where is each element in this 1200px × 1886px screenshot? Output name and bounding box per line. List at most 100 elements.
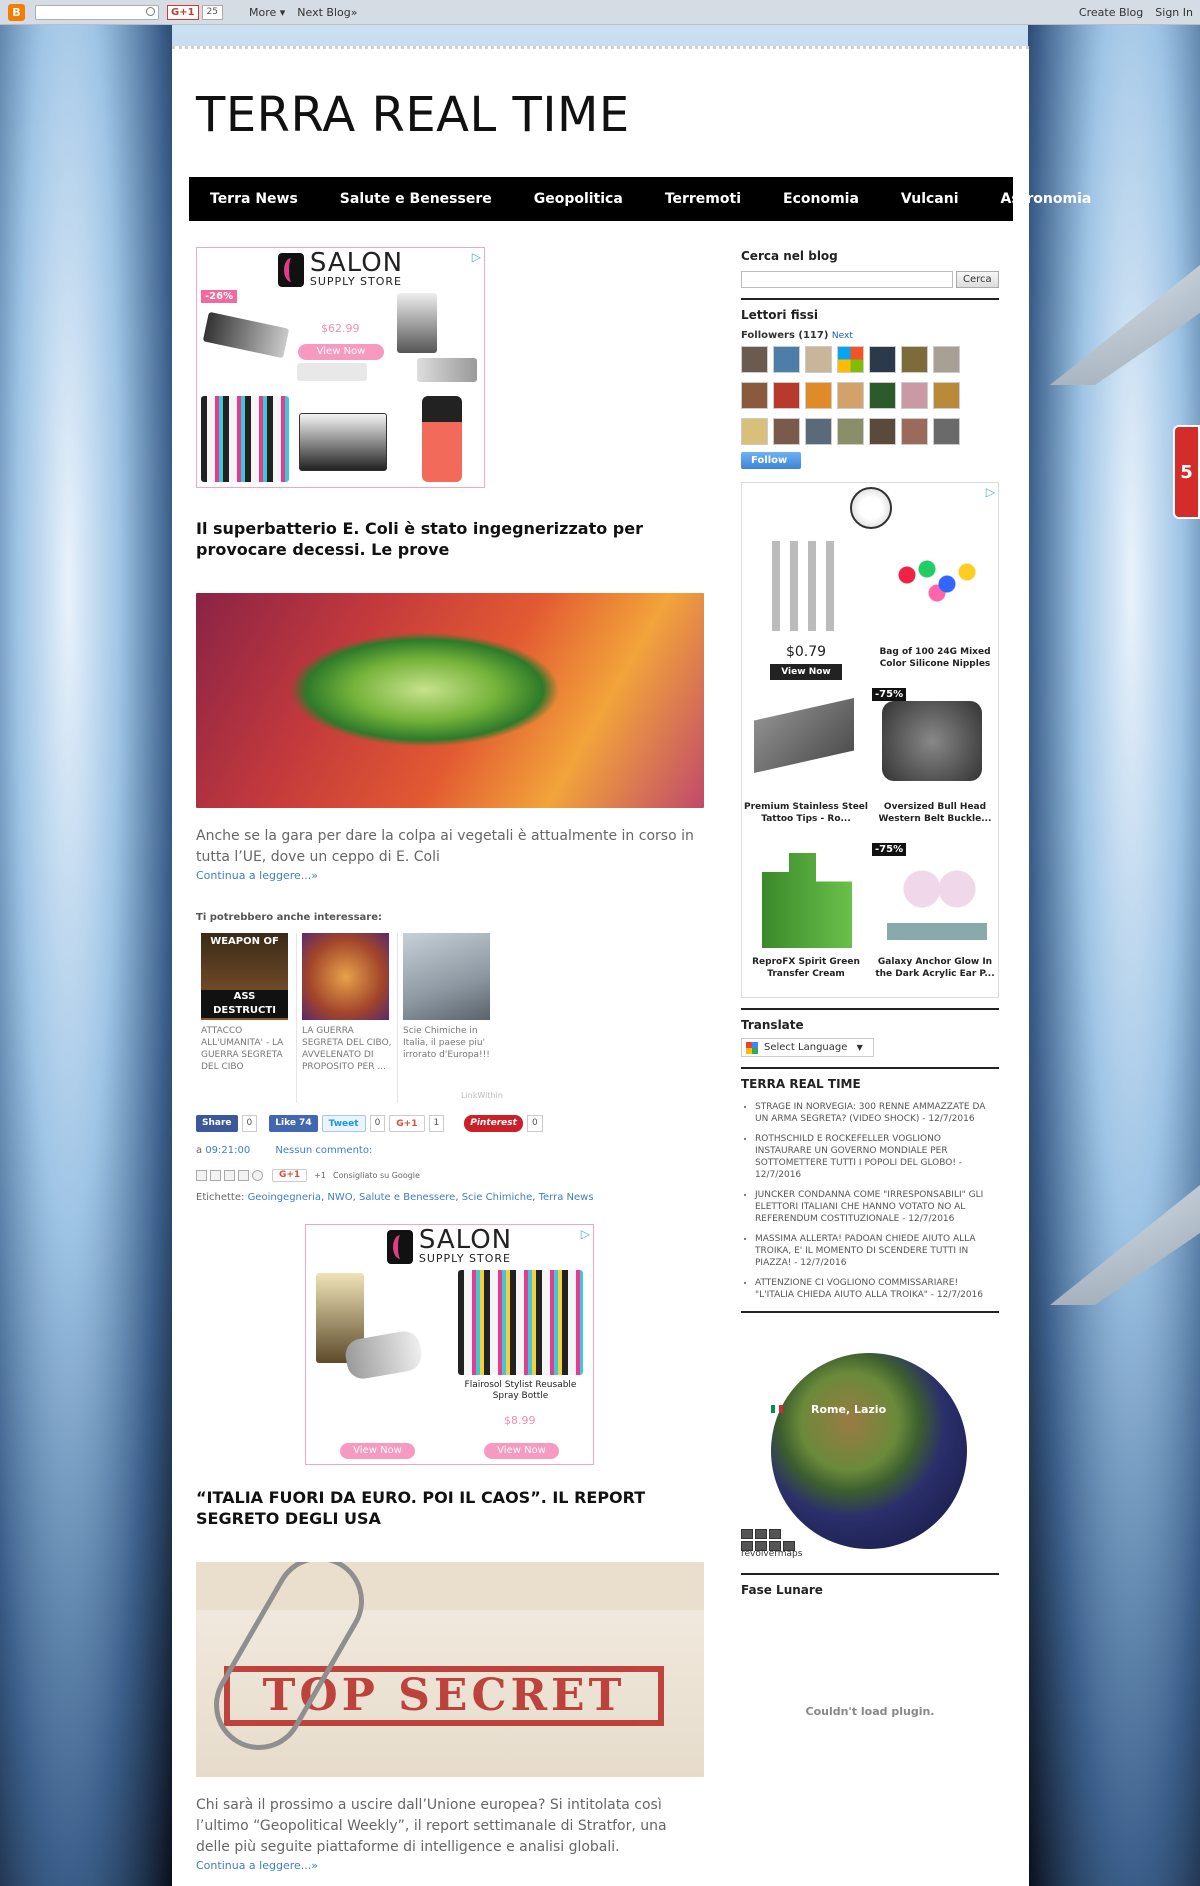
email-icon[interactable] <box>196 1170 207 1181</box>
related-thumb[interactable]: WEAPON OF ASS DESTRUCTI <box>201 933 288 1020</box>
label-link[interactable]: Geoingegneria <box>248 1192 322 1203</box>
avatar[interactable] <box>933 418 960 445</box>
navbar-more-menu[interactable]: More ▾ <box>249 6 285 19</box>
revolvermaps-globe[interactable]: Rome, Lazio <box>771 1353 967 1549</box>
adchoices-icon[interactable]: ▷ <box>581 1227 590 1241</box>
adchoices-icon[interactable]: ▷ <box>986 485 995 499</box>
sign-in-link[interactable]: Sign In <box>1155 6 1193 19</box>
revolvermaps-label[interactable]: revolvermaps <box>741 1549 999 1559</box>
avatar[interactable] <box>933 346 960 373</box>
avatar[interactable] <box>901 418 928 445</box>
follow-button[interactable]: Follow <box>741 452 801 469</box>
globe-control-button[interactable] <box>769 1529 781 1539</box>
post-image-bacteria[interactable] <box>196 593 704 808</box>
blogger-logo-icon[interactable]: B <box>8 3 25 21</box>
facebook-like-button[interactable]: Like 74 <box>269 1115 318 1132</box>
label-link[interactable]: Salute e Benessere <box>359 1192 455 1203</box>
related-thumb[interactable] <box>403 933 490 1020</box>
related-caption[interactable]: ATTACCO ALL'UMANITA' - LA GUERRA SEGRETA… <box>201 1025 291 1073</box>
label-link[interactable]: Scie Chimiche <box>462 1192 533 1203</box>
twitter-icon[interactable] <box>224 1170 235 1181</box>
comments-link[interactable]: Nessun commento: <box>275 1145 372 1156</box>
menu-item-terremoti[interactable]: Terremoti <box>644 191 762 207</box>
related-caption[interactable]: Scie Chimiche in Italia, il paese piu' i… <box>403 1025 494 1061</box>
navbar-gplus-button[interactable]: G+1 <box>167 4 199 20</box>
facebook-icon[interactable] <box>238 1170 249 1181</box>
avatar[interactable] <box>901 382 928 409</box>
avatar[interactable] <box>773 346 800 373</box>
navbar-next-blog-link[interactable]: Next Blog» <box>297 6 357 19</box>
linkwithin-label[interactable]: LinkWithin <box>461 1091 503 1100</box>
post-title[interactable]: “ITALIA FUORI DA EURO. POI IL CAOS”. IL … <box>196 1487 704 1529</box>
avatar[interactable] <box>805 346 832 373</box>
globe-control-button[interactable] <box>755 1529 767 1539</box>
related-posts: WEAPON OF ASS DESTRUCTI ATTACCO ALL'UMAN… <box>196 933 704 1103</box>
post-time-link[interactable]: 09:21:00 <box>205 1145 250 1156</box>
blogthis-icon[interactable] <box>210 1170 221 1181</box>
recent-post-item[interactable]: MASSIMA ALLERTA! PADOAN CHIEDE AIUTO ALL… <box>755 1233 999 1269</box>
avatar[interactable] <box>741 418 768 445</box>
ad-view-now-button[interactable]: View Now <box>770 664 842 680</box>
avatar[interactable] <box>773 382 800 409</box>
menu-item-salute[interactable]: Salute e Benessere <box>319 191 513 207</box>
facebook-share-button[interactable]: Share <box>196 1115 238 1132</box>
avatar[interactable] <box>837 418 864 445</box>
navbar-search-input[interactable] <box>35 4 159 20</box>
menu-item-geopolitica[interactable]: Geopolitica <box>513 191 644 207</box>
related-post-item[interactable]: LA GUERRA SEGRETA DEL CIBO, AVVELENATO D… <box>297 933 398 1103</box>
chevron-down-icon[interactable]: ▼ <box>857 1043 863 1052</box>
salon-ad-banner-2[interactable]: ▷ SALON SUPPLY STORE Flairosol Stylist R… <box>305 1224 594 1465</box>
avatar[interactable] <box>805 382 832 409</box>
salon-ad-banner[interactable]: ▷ SALON SUPPLY STORE -26% $62.99 View No… <box>196 247 485 488</box>
menu-item-terra-news[interactable]: Terra News <box>189 191 319 207</box>
followers-next-link[interactable]: Next <box>832 331 853 341</box>
avatar[interactable] <box>869 418 896 445</box>
search-button[interactable]: Cerca <box>956 271 999 288</box>
related-thumb[interactable] <box>302 933 389 1020</box>
recent-post-item[interactable]: ROTHSCHILD E ROCKEFELLER VOGLIONO INSTAU… <box>755 1133 999 1181</box>
ad-view-now-button[interactable]: View Now <box>484 1443 559 1459</box>
tattoo-supply-ad[interactable]: ▷ $0.79 View Now Bag of 100 24G Mixed Co… <box>741 482 999 998</box>
language-select[interactable]: Select Language ▼ <box>741 1038 874 1057</box>
menu-item-vulcani[interactable]: Vulcani <box>880 191 980 207</box>
avatar[interactable] <box>901 346 928 373</box>
recent-post-item[interactable]: ATTENZIONE CI VOGLIONO COMMISSARIARE! "L… <box>755 1277 999 1301</box>
globe-control-button[interactable] <box>741 1529 753 1539</box>
tweet-button[interactable]: Tweet <box>321 1115 366 1132</box>
blog-search-input[interactable] <box>741 271 953 288</box>
post-title[interactable]: Il superbatterio E. Coli è stato ingegne… <box>196 518 704 560</box>
related-post-item[interactable]: Scie Chimiche in Italia, il paese piu' i… <box>398 933 499 1103</box>
read-more-link[interactable]: Continua a leggere...» <box>196 869 704 882</box>
gplus-mini-button[interactable]: G+1 <box>272 1169 308 1182</box>
post-image-top-secret[interactable]: TOP SECRET <box>196 1562 704 1777</box>
avatar[interactable] <box>805 418 832 445</box>
pinterest-button[interactable]: Pinterest <box>464 1115 523 1132</box>
avatar[interactable] <box>869 346 896 373</box>
label-link[interactable]: Terra News <box>539 1192 594 1203</box>
avatar[interactable] <box>773 418 800 445</box>
label-link[interactable]: NWO <box>327 1192 352 1203</box>
read-more-link[interactable]: Continua a leggere...» <box>196 1859 704 1872</box>
avatar[interactable] <box>741 346 768 373</box>
avatar[interactable] <box>837 346 864 373</box>
blog-title[interactable]: TERRA REAL TIME <box>196 87 630 143</box>
related-post-item[interactable]: WEAPON OF ASS DESTRUCTI ATTACCO ALL'UMAN… <box>196 933 297 1103</box>
pinterest-icon[interactable] <box>252 1170 263 1181</box>
recent-posts-list: STRAGE IN NORVEGIA: 300 RENNE AMMAZZATE … <box>741 1101 999 1301</box>
floating-side-tab[interactable]: 5 <box>1173 425 1200 519</box>
avatar[interactable] <box>869 382 896 409</box>
gplus-button[interactable]: G+1 <box>389 1115 425 1132</box>
avatar[interactable] <box>741 382 768 409</box>
recent-post-item[interactable]: STRAGE IN NORVEGIA: 300 RENNE AMMAZZATE … <box>755 1101 999 1125</box>
create-blog-link[interactable]: Create Blog <box>1079 6 1143 19</box>
avatar[interactable] <box>837 382 864 409</box>
ad-view-now-button[interactable]: View Now <box>340 1443 415 1459</box>
ad-view-now-button[interactable]: View Now <box>298 344 384 360</box>
recent-post-item[interactable]: JUNCKER CONDANNA COME "IRRESPONSABILI" G… <box>755 1189 999 1225</box>
related-caption[interactable]: LA GUERRA SEGRETA DEL CIBO, AVVELENATO D… <box>302 1025 392 1073</box>
avatar[interactable] <box>933 382 960 409</box>
search-icon[interactable] <box>146 6 155 16</box>
menu-item-astronomia[interactable]: Astronomia <box>980 191 1113 207</box>
adchoices-icon[interactable]: ▷ <box>472 250 481 264</box>
menu-item-economia[interactable]: Economia <box>762 191 880 207</box>
